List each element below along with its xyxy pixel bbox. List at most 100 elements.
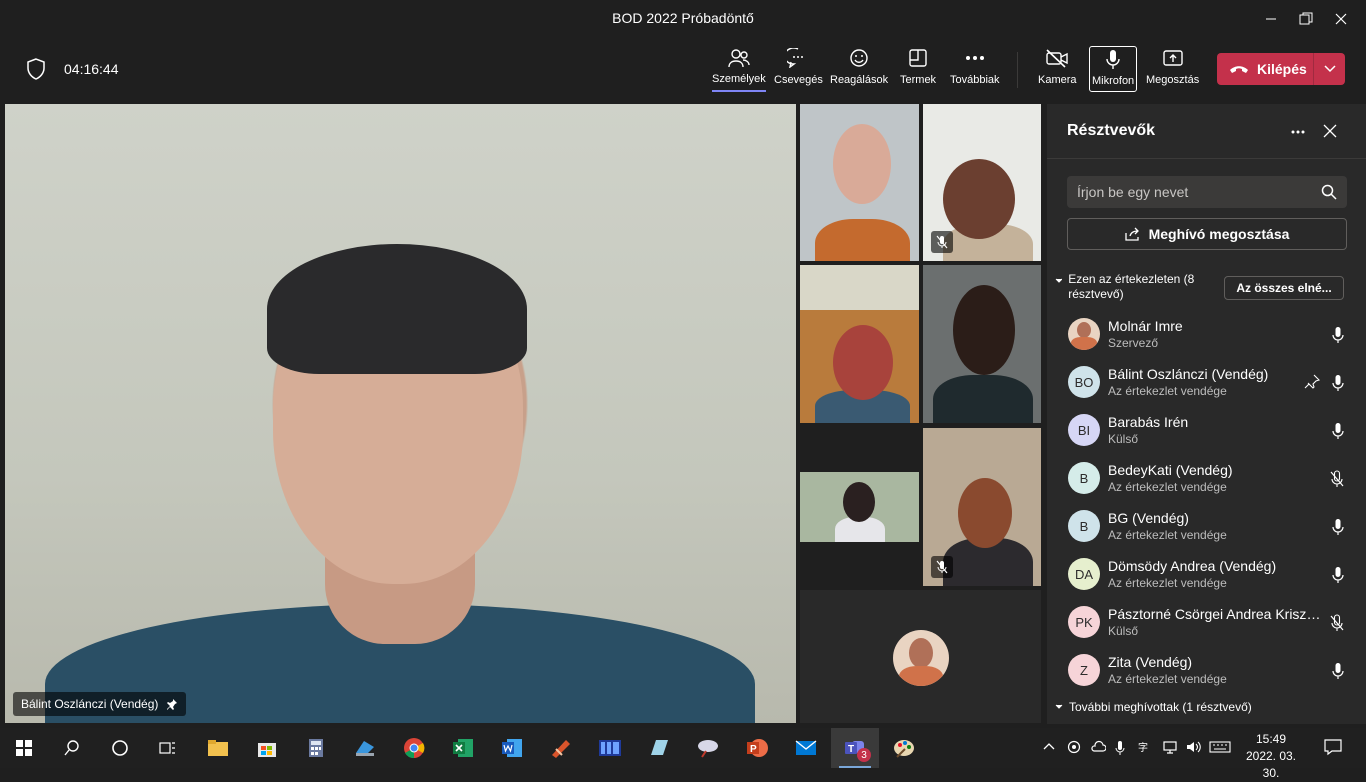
avatar: B [1068,510,1100,542]
avatar: BI [1068,414,1100,446]
mic-tray-icon[interactable] [1114,740,1126,761]
task-view-button[interactable] [144,728,192,768]
search-input[interactable]: Írjon be egy nevet [1067,176,1347,208]
video-tile[interactable] [923,265,1041,423]
rooms-button[interactable]: Termek [900,48,936,92]
muted-badge [931,231,953,253]
participant-row[interactable]: Z Zita (Vendég) Az értekezlet vendége [1047,646,1366,694]
powerpoint-button[interactable]: P [733,728,781,768]
chevron-down-icon [1055,278,1063,283]
leave-button[interactable]: Kilépés [1217,53,1345,85]
camera-button[interactable]: Kamera [1038,48,1077,92]
share-invite-button[interactable]: Meghívó megosztása [1067,218,1347,250]
network-icon[interactable] [1162,740,1178,759]
cortana-button[interactable] [96,728,144,768]
mic-button[interactable]: Mikrofon [1089,46,1138,92]
mic-status[interactable] [1332,374,1344,397]
mail-button[interactable] [782,728,830,768]
close-window-button[interactable] [1318,0,1364,38]
panel-more-icon[interactable] [1290,124,1306,145]
chat-button[interactable]: Csevegés [774,48,823,92]
notifications-icon[interactable] [1324,738,1342,761]
participant-row[interactable]: B BG (Vendég) Az értekezlet vendége [1047,502,1366,550]
keyboard-icon[interactable] [1209,740,1231,759]
more-invited-section[interactable]: További meghívottak (1 résztvevő) [1055,700,1252,716]
app-button-5[interactable] [684,728,732,768]
excel-button[interactable] [439,728,487,768]
chrome-button[interactable] [390,728,438,768]
participant-role: Az értekezlet vendége [1108,576,1227,590]
participant-role: Külső [1108,624,1139,638]
file-explorer-button[interactable] [194,728,242,768]
powerpoint-icon: P [747,739,768,757]
volume-icon[interactable] [1186,740,1202,759]
participant-row[interactable]: PK Pásztorné Csörgei Andrea Krisztina Küls… [1047,598,1366,646]
chevron-up-icon[interactable] [1043,740,1055,759]
reactions-button[interactable]: Reagálások [830,48,888,92]
people-label: Személyek [712,73,766,92]
video-tile[interactable] [800,472,919,542]
mic-status[interactable] [1332,518,1344,541]
task-view-icon [159,742,175,754]
mic-status[interactable] [1332,326,1344,349]
video-tile[interactable] [800,265,919,423]
taskbar-search-button[interactable] [48,728,96,768]
app-button[interactable] [341,728,389,768]
avatar: PK [1068,606,1100,638]
share-button[interactable]: Megosztás [1146,48,1199,92]
video-tile[interactable] [923,428,1041,586]
pin-button[interactable] [1304,374,1321,395]
participant-row[interactable]: DA Dömsödy Andrea (Vendég) Az értekezlet v… [1047,550,1366,598]
leave-main[interactable]: Kilépés [1217,53,1313,85]
onedrive-icon[interactable] [1090,740,1107,759]
mic-status[interactable] [1332,662,1344,685]
word-button[interactable] [488,728,536,768]
app-icon-4 [651,740,668,755]
start-button[interactable] [0,728,48,768]
mic-status[interactable] [1332,566,1344,589]
share-icon [1162,50,1183,66]
leave-label: Kilépés [1257,61,1307,77]
leave-dropdown[interactable] [1314,53,1345,85]
app-button-2[interactable] [537,728,585,768]
muted-mic[interactable] [1330,614,1344,637]
video-tile[interactable] [923,104,1041,261]
people-icon [728,49,750,67]
participant-row[interactable]: BO Bálint Oszlánczi (Vendég) Az értekezlet… [1047,358,1366,406]
mic-off-icon [936,560,948,574]
participant-name: BG (Vendég) [1108,510,1189,526]
section-header[interactable]: Ezen az értekezleten (8 résztvevő) [1055,272,1235,302]
more-button[interactable]: Továbbiak [950,48,1000,92]
main-video[interactable] [5,104,796,723]
share-label: Megosztás [1146,74,1200,86]
notification-badge: 3 [857,748,871,762]
people-button[interactable]: Személyek [712,48,766,92]
app-button-3[interactable] [586,728,634,768]
calculator-button[interactable] [292,728,340,768]
mute-all-button[interactable]: Az összes elné... [1224,276,1344,300]
clock-time: 15:49 [1255,732,1287,746]
shield-icon[interactable] [26,58,46,85]
search-placeholder: Írjon be egy nevet [1077,184,1189,200]
hang-up-icon [1230,66,1248,73]
participant-row[interactable]: BI Barabás Irén Külső [1047,406,1366,454]
muted-mic[interactable] [1330,470,1344,493]
mic-status[interactable] [1332,422,1344,445]
clock[interactable]: 15:49 2022. 03. 30. [1236,731,1306,782]
meeting-timer: 04:16:44 [64,61,119,77]
close-icon[interactable] [1323,124,1337,143]
pin-icon [1304,374,1321,389]
participant-row[interactable]: Molnár Imre Szervező [1047,310,1366,358]
rooms-icon [909,49,927,67]
app-button-4[interactable] [635,728,683,768]
camera-tray-icon[interactable] [1067,740,1081,759]
video-tile[interactable] [800,104,919,261]
teams-button[interactable]: T 3 [831,728,879,768]
app-icon-2 [552,740,570,758]
participant-row[interactable]: B BedeyKati (Vendég) Az értekezlet vendége [1047,454,1366,502]
mic-icon [1332,375,1344,391]
store-button[interactable] [243,728,291,768]
avatar-tile[interactable] [800,590,1041,723]
input-method-icon[interactable]: 字 [1138,740,1154,759]
paint-button[interactable] [880,728,928,768]
